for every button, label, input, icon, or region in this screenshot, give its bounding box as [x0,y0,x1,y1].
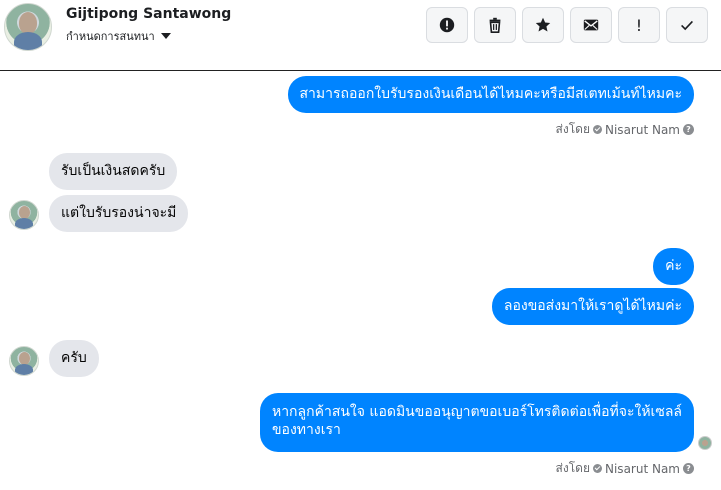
mark-done-button[interactable] [666,7,708,43]
verified-icon [593,125,602,134]
contact-name[interactable]: Gijtipong Santawong [66,6,231,22]
avatar-body [14,32,42,50]
contact-avatar-small[interactable] [9,346,39,376]
star-icon [535,17,551,32]
message-text: แต่ใบรับรองน่าจะมี [61,205,177,221]
sent-by-author[interactable]: Nisarut Nam [605,462,680,476]
avatar-body [15,218,33,229]
message-text: รับเป็นเงินสดครับ [61,163,166,179]
help-icon[interactable]: ? [683,463,694,474]
help-icon[interactable]: ? [683,124,694,135]
caret-down-icon [160,33,171,39]
message-bubble-outgoing[interactable]: สามารถออกใบรับรองเงินเดือนได้ไหมคะหรือมี… [287,76,694,113]
conversation-header: Gijtipong Santawong กำหนดการสนทนา ! [0,0,721,71]
seen-indicator-avatar [698,436,712,450]
schedule-label: กำหนดการสนทนา [66,30,155,43]
message-bubble-outgoing[interactable]: ลองขอส่งมาให้เราดูได้ไหมค่ะ [491,288,694,325]
envelope-icon [583,19,599,31]
message-bubble-incoming[interactable]: ครับ [49,340,99,377]
message-text-line: ของทางเรา [271,422,341,438]
mark-spam-button[interactable] [426,7,468,43]
message-text: ครับ [61,350,87,366]
message-bubble-outgoing[interactable]: ค่ะ [653,248,694,285]
delete-button[interactable] [474,7,516,43]
follow-up-button[interactable]: ! [618,7,660,43]
message-text: ค่ะ [665,258,682,274]
message-text: สามารถออกใบรับรองเงินเดือนได้ไหมคะหรือมี… [299,86,682,102]
avatar-face [19,12,37,34]
sent-by-label: ส่งโดย Nisarut Nam ? [556,120,694,139]
avatar-body [15,364,33,375]
verified-icon [593,464,602,473]
sent-by-prefix: ส่งโดย [555,122,590,136]
conversation-schedule-dropdown[interactable]: กำหนดการสนทนา [66,27,171,45]
message-bubble-incoming[interactable]: รับเป็นเงินสดครับ [49,153,178,190]
mark-unread-button[interactable] [570,7,612,43]
message-bubble-outgoing[interactable]: หากลูกค้าสนใจ แอดมินขออนุญาตขอเบอร์โทรติ… [259,393,694,452]
exclamation-icon: ! [635,15,643,35]
contact-avatar[interactable] [4,3,52,51]
alert-circle-icon [439,17,455,33]
sent-by-prefix: ส่งโดย [555,461,590,475]
sent-by-author[interactable]: Nisarut Nam [605,123,680,137]
message-text: ลองขอส่งมาให้เราดูได้ไหมค่ะ [503,298,682,314]
trash-icon [489,17,501,34]
message-bubble-incoming[interactable]: แต่ใบรับรองน่าจะมี [49,195,189,232]
sent-by-label: ส่งโดย Nisarut Nam ? [556,459,694,478]
check-icon [681,20,693,31]
message-text-line: หากลูกค้าสนใจ แอดมินขออนุญาตขอเบอร์โทรติ… [271,404,682,420]
contact-avatar-small[interactable] [9,200,39,230]
star-button[interactable] [522,7,564,43]
